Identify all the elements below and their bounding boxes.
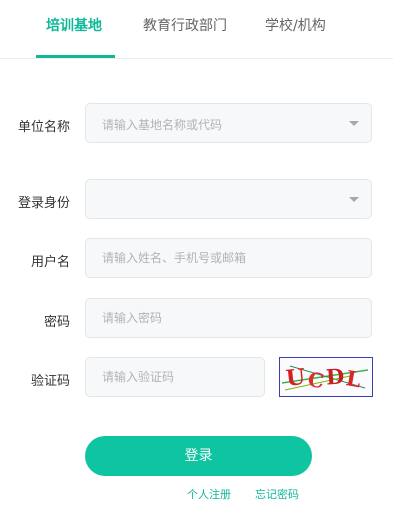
caret-down-icon [349,121,359,126]
password-label: 密码 [43,315,70,330]
login-identity-label: 登录身份 [17,196,70,211]
username-input[interactable] [86,239,371,277]
unit-name-placeholder: 请输入基地名称或代码 [102,118,223,132]
caret-down-icon [349,197,359,202]
captcha-field-wrapper [85,357,265,397]
login-identity-select[interactable] [85,179,372,219]
forgot-password-link[interactable]: 忘记密码 [255,486,299,502]
captcha-graphic: U C D L [281,363,369,393]
login-button[interactable]: 登录 [85,436,312,476]
register-link[interactable]: 个人注册 [187,486,231,502]
tab-education-department[interactable]: 教育行政部门 [143,15,227,35]
svg-text:U: U [285,364,307,392]
tab-school-institution[interactable]: 学校/机构 [265,15,326,35]
active-tab-indicator [36,55,115,58]
username-label: 用户名 [30,255,70,270]
svg-text:C: C [306,367,325,393]
password-field-wrapper [85,298,372,338]
username-field-wrapper [85,238,372,278]
captcha-label: 验证码 [30,374,70,389]
captcha-input[interactable] [86,358,264,396]
tab-training-base[interactable]: 培训基地 [46,15,102,35]
svg-text:L: L [344,365,363,392]
captcha-image[interactable]: U C D L [279,357,373,397]
unit-name-select[interactable]: 请输入基地名称或代码 [85,103,372,143]
password-input[interactable] [86,299,371,337]
unit-name-label: 单位名称 [17,120,70,135]
login-type-tabs: 培训基地 教育行政部门 学校/机构 [0,0,393,59]
svg-text:D: D [325,363,345,389]
